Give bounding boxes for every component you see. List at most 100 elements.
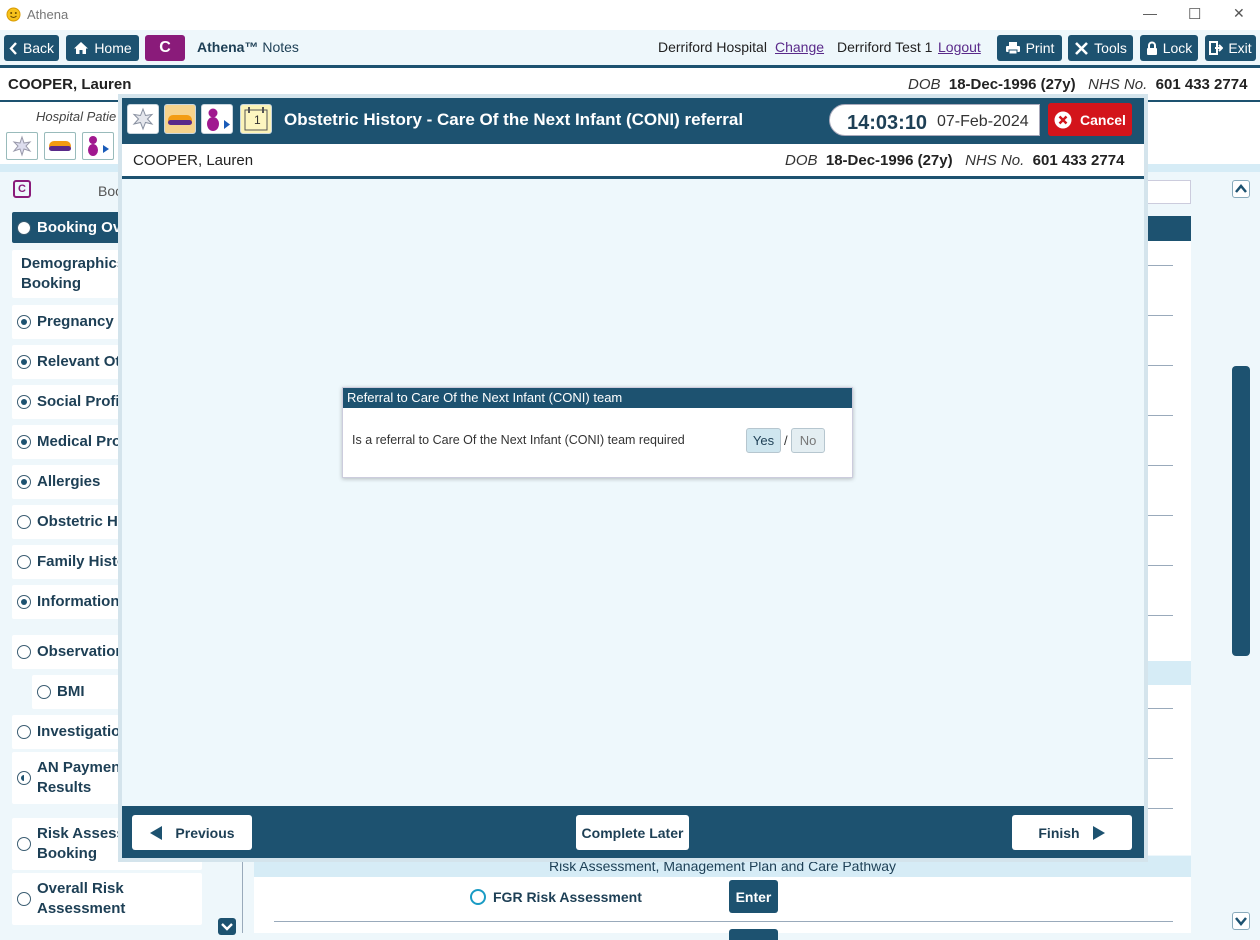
sidebar-item-label: Obstetric Hi: [37, 513, 123, 530]
finish-button[interactable]: Finish: [1012, 815, 1132, 850]
sidebar-item-label: Family Histo: [37, 553, 127, 570]
sidebar-status-radio: [17, 475, 31, 489]
sidebar-item[interactable]: Overall Risk Assessment: [12, 873, 202, 925]
arrow-right-icon: [1092, 825, 1105, 840]
yes-button[interactable]: Yes: [746, 428, 781, 453]
main-toolbar: Back Home C Athena™ Notes Derriford Hosp…: [0, 30, 1260, 65]
sidebar-item-label: AN Paymen Results: [37, 759, 121, 796]
close-window-button[interactable]: ✕: [1233, 5, 1253, 25]
logout-link[interactable]: Logout: [938, 39, 981, 55]
tools-button[interactable]: Tools: [1068, 35, 1133, 61]
fgr-enter-button[interactable]: Enter: [729, 880, 778, 913]
sidebar-status-radio: [17, 892, 31, 906]
cancel-label: Cancel: [1080, 111, 1126, 128]
minimize-button[interactable]: —: [1143, 5, 1163, 25]
exit-icon: [1209, 41, 1224, 55]
lock-label: Lock: [1162, 40, 1193, 56]
calendar-icon[interactable]: 1: [240, 104, 272, 134]
pathway-star-icon[interactable]: [127, 104, 159, 134]
user-name: Derriford Test 1: [837, 39, 933, 55]
sidebar-item-label: Allergies: [37, 473, 101, 490]
modal-time: 14:03:10: [847, 112, 928, 134]
cancel-button[interactable]: Cancel: [1048, 103, 1132, 136]
scrollbar-thumb[interactable]: [1232, 366, 1250, 656]
sidebar-item-label: Observation: [37, 643, 125, 660]
sidebar-status-radio: [17, 435, 31, 449]
modal-patient-name: COOPER, Lauren: [133, 152, 254, 169]
fgr-radio[interactable]: [470, 889, 486, 905]
sidebar-item-label: Booking Ove: [37, 218, 130, 236]
app-name: Athena™: [197, 39, 259, 55]
app-section: Notes: [262, 39, 299, 55]
previous-button[interactable]: Previous: [132, 815, 252, 850]
fgr-label: FGR Risk Assessment: [493, 889, 642, 905]
sidebar-item-label: Overall Risk Assessment: [37, 880, 126, 917]
sidebar-status-radio: [37, 685, 51, 699]
modal-nhs-label: NHS No.: [965, 152, 1025, 169]
sidebar-status-radio: [17, 771, 31, 785]
window-title: Athena: [27, 7, 69, 22]
lock-button[interactable]: Lock: [1140, 35, 1198, 61]
change-hospital-link[interactable]: Change: [775, 39, 824, 55]
back-button[interactable]: Back: [4, 35, 59, 61]
modal-dob-value: 18-Dec-1996 (27y): [825, 152, 953, 169]
sidebar-item-label: Pregnancy P: [37, 313, 128, 330]
home-button[interactable]: Home: [66, 35, 139, 61]
close-circle-icon: [1054, 111, 1072, 128]
print-label: Print: [1025, 40, 1055, 56]
sidebar-status-radio: [17, 515, 31, 529]
window-titlebar: Athena — ☐ ✕: [0, 0, 1260, 30]
c-module-icon: C: [13, 180, 31, 198]
home-icon: [74, 42, 89, 54]
c-module-button[interactable]: C: [145, 35, 185, 61]
datetime-display[interactable]: 14:03:10 07-Feb-2024: [829, 104, 1040, 136]
sidebar-status-radio: [17, 837, 31, 851]
sidebar-status-radio: [17, 725, 31, 739]
sidebar-item-label: Information: [37, 593, 120, 610]
print-button[interactable]: Print: [997, 35, 1062, 61]
calendar-day-number: 1: [254, 113, 261, 127]
bg-pathway-icon[interactable]: [6, 132, 38, 160]
modal-nhs-value: 601 433 2774: [1032, 152, 1125, 169]
risk-section-body: [254, 877, 1191, 933]
scroll-down-button[interactable]: [1232, 912, 1250, 930]
sidebar-status-radio: [17, 555, 31, 569]
hospital-name: Derriford Hospital: [658, 39, 767, 55]
sidebar-item-label: Investigatio: [37, 723, 121, 740]
sidebar-item-label: BMI: [57, 683, 85, 700]
lock-icon: [1146, 41, 1157, 55]
home-label: Home: [94, 40, 132, 56]
bg-enter-button-partial[interactable]: [729, 929, 778, 940]
printer-icon: [1005, 42, 1020, 55]
pregnancy-person-icon[interactable]: [201, 104, 233, 134]
modal-body: [122, 179, 1144, 806]
sidebar-item-label: Risk Assess Booking: [37, 825, 125, 862]
patient-name: COOPER, Lauren: [8, 76, 132, 93]
sidebar-status-radio: [17, 220, 31, 235]
app-brand: Athena™ Notes: [197, 39, 299, 55]
tools-icon: [1075, 41, 1089, 55]
modal-title: Obstetric History - Care Of the Next Inf…: [284, 110, 744, 129]
sidebar-item-label: Demographics Booking: [21, 255, 126, 292]
no-button[interactable]: No: [791, 428, 825, 453]
exit-button[interactable]: Exit: [1205, 35, 1256, 61]
sidebar-status-radio: [17, 595, 31, 609]
maximize-button[interactable]: ☐: [1188, 5, 1208, 25]
sidebar-item-label: Medical Pro: [37, 433, 122, 450]
complete-later-button[interactable]: Complete Later: [576, 815, 689, 850]
nhs-label: NHS No.: [1088, 76, 1148, 93]
sidebar-status-radio: [17, 395, 31, 409]
sidebar-scroll-down-button[interactable]: [218, 918, 236, 935]
finish-label: Finish: [1038, 824, 1080, 841]
scroll-up-button[interactable]: [1232, 180, 1250, 198]
dob-value: 18-Dec-1996 (27y): [948, 76, 1076, 93]
medication-capsule-icon[interactable]: [164, 104, 196, 134]
tools-label: Tools: [1094, 40, 1127, 56]
yes-no-separator: /: [784, 433, 788, 448]
chevron-left-icon: [9, 41, 17, 55]
bg-medication-icon[interactable]: [44, 132, 76, 160]
bg-pregnancy-icon[interactable]: [82, 132, 114, 160]
modal-dob-label: DOB: [785, 152, 818, 169]
sidebar-item-label: Relevant Oth: [37, 353, 130, 370]
patient-identifiers: DOB 18-Dec-1996 (27y) NHS No. 601 433 27…: [908, 76, 1247, 93]
